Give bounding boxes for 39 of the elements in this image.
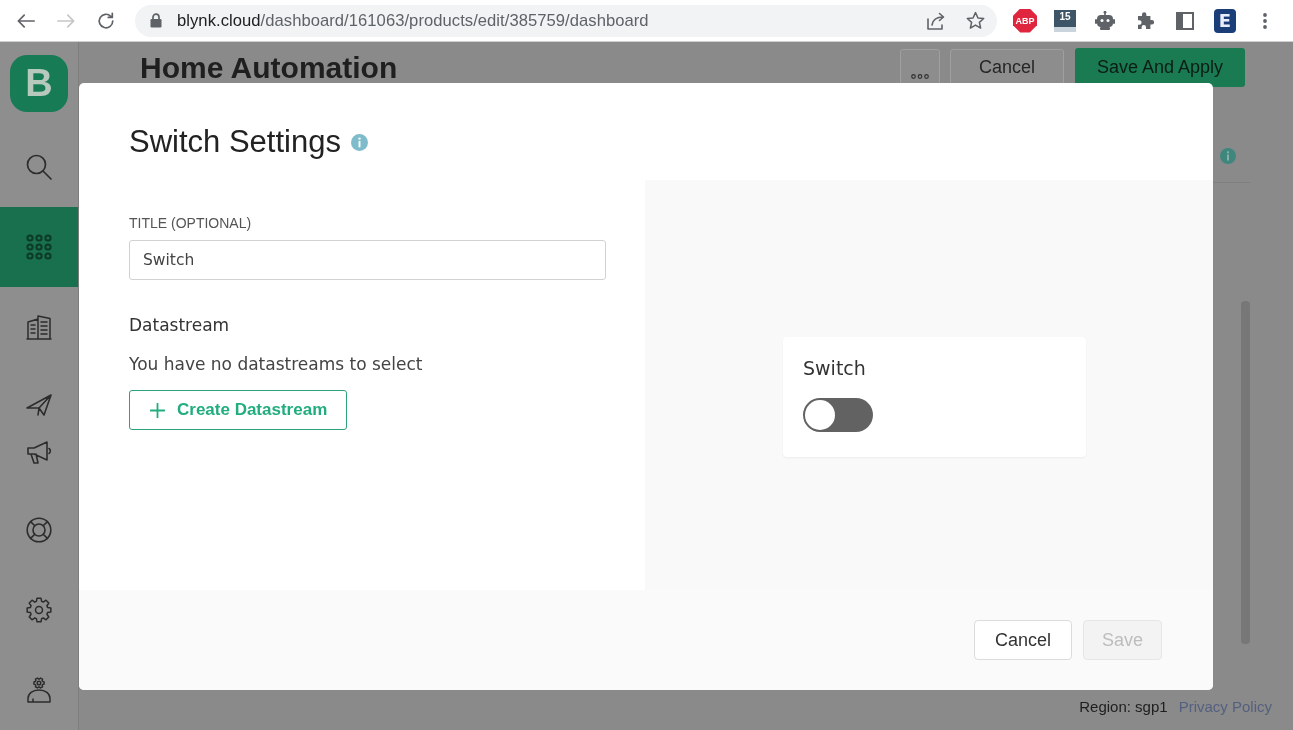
create-button[interactable]: Create Datastream <box>129 390 348 430</box>
robot-icon[interactable] <box>1095 10 1115 31</box>
title-input[interactable]: Switch <box>129 240 606 280</box>
paper-plane-icon <box>26 393 52 416</box>
search-icon <box>26 154 52 180</box>
widget-title: Switch <box>803 356 866 380</box>
megaphone-icon <box>26 438 52 465</box>
side-panel-icon[interactable] <box>1176 11 1194 30</box>
gear-icon <box>26 597 52 623</box>
more-icon <box>911 74 929 79</box>
extension-button[interactable]: 15 <box>1054 9 1076 32</box>
empty-message: You have no datastreams to select <box>129 353 423 376</box>
sidebar-item[interactable] <box>0 207 78 287</box>
url-text: blynk.cloud/dashboard/161063/products/edit/385759/dashboard <box>177 10 649 31</box>
field-label: TITLE (OPTIONAL) <box>129 214 252 232</box>
cancel-button[interactable]: Cancel <box>973 620 1072 660</box>
page-title: Home Automation <box>140 49 399 86</box>
modal-title: Switch Settings <box>129 124 341 160</box>
user-icon <box>27 677 51 703</box>
address-bar[interactable]: blynk.cloud/dashboard/161063/products/edit/385759/dashboard <box>135 4 997 37</box>
toggle-switch[interactable] <box>803 398 873 432</box>
extension-button[interactable]: E <box>1214 8 1236 33</box>
info-icon[interactable] <box>350 134 368 151</box>
menu-icon[interactable] <box>1263 12 1267 29</box>
primary-button[interactable]: Save And Apply <box>1075 48 1245 87</box>
arrow-left-icon[interactable] <box>17 11 35 30</box>
grid-icon <box>26 234 52 260</box>
section-heading: Datastream <box>129 314 230 336</box>
lock-icon <box>150 13 162 28</box>
region-label: Region: sgp1 <box>1079 697 1168 715</box>
star-icon[interactable] <box>966 11 985 30</box>
building-icon <box>26 314 52 340</box>
lifebuoy-icon <box>26 517 52 543</box>
puzzle-icon[interactable] <box>1135 11 1155 30</box>
share-icon[interactable] <box>926 11 945 30</box>
reload-icon[interactable] <box>97 11 115 30</box>
extension-button[interactable]: ABP <box>1013 8 1037 33</box>
logo[interactable]: B <box>10 55 68 112</box>
plus-icon <box>150 402 165 418</box>
